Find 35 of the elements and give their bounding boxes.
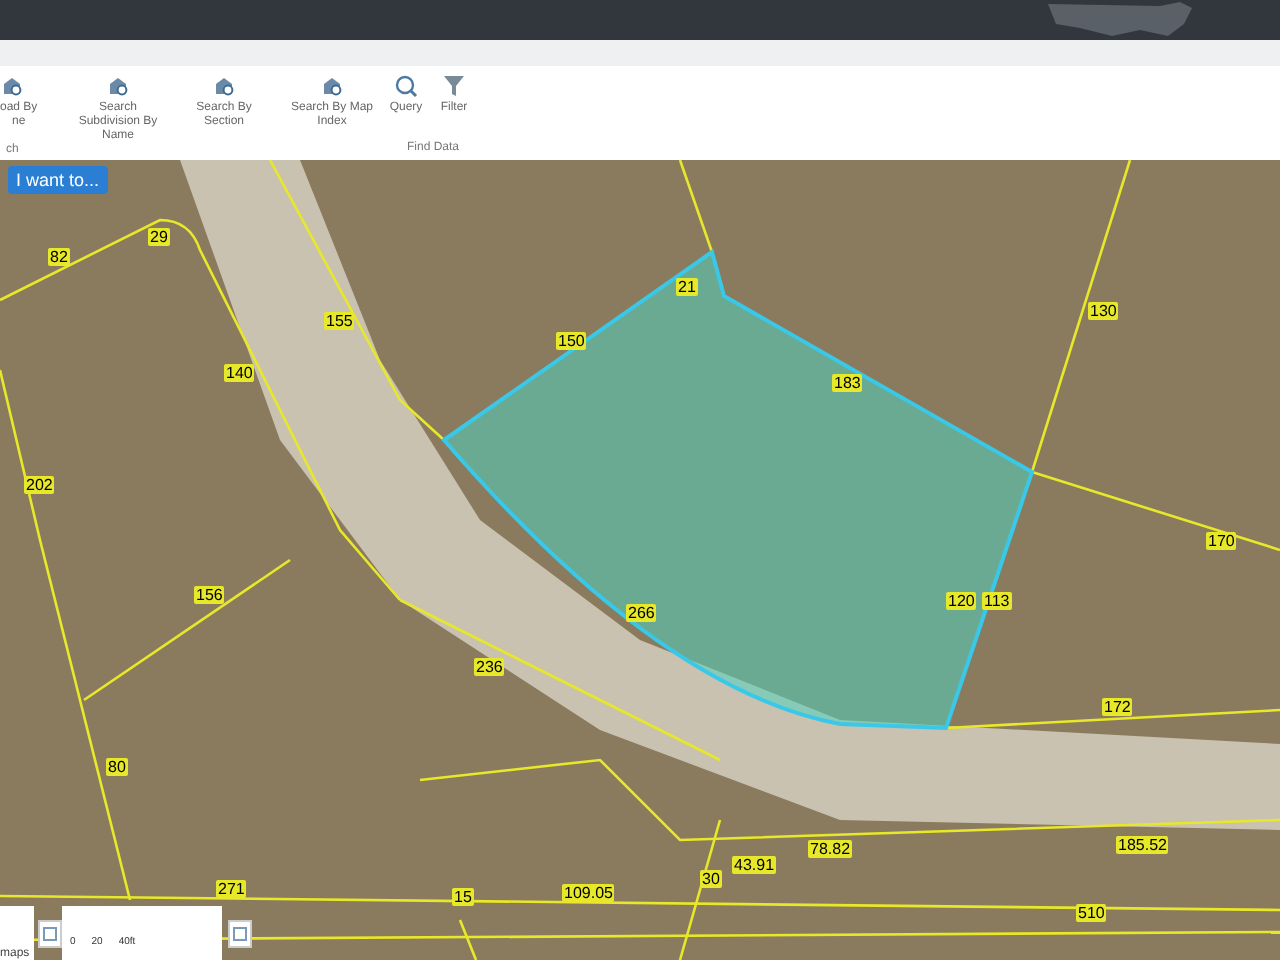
dimension-label: 185.52 (1116, 836, 1169, 854)
dimension-label: 202 (24, 476, 55, 494)
dimension-label: 140 (224, 364, 255, 382)
dimension-label: 15 (452, 888, 474, 906)
dimension-label: 82 (48, 248, 70, 266)
dimension-label: 271 (216, 880, 247, 898)
dimension-label: 29 (148, 228, 170, 246)
dimension-label: 266 (626, 604, 657, 622)
dimension-label: 170 (1206, 532, 1237, 550)
square-icon (42, 926, 58, 942)
dimension-label: 155 (324, 312, 355, 330)
dimension-label: 113 (982, 592, 1012, 610)
dimension-label: 43.91 (732, 856, 777, 874)
filter-icon (442, 74, 466, 98)
dimension-label: 156 (194, 586, 225, 604)
map-tool-button[interactable] (38, 920, 62, 948)
dimension-label: 78.82 (808, 840, 853, 858)
dimension-label: 109.05 (562, 884, 615, 902)
square-icon (232, 926, 248, 942)
dimension-label: 30 (700, 870, 722, 888)
dimension-label: 130 (1088, 302, 1119, 320)
query-icon (394, 74, 418, 98)
dimension-label: 510 (1076, 904, 1107, 922)
dimension-label: 183 (832, 374, 863, 392)
dimension-label: 172 (1102, 698, 1133, 716)
search-icon (212, 74, 236, 98)
dimension-label: 21 (676, 278, 698, 296)
dimension-label: 236 (474, 658, 505, 676)
dimension-label: 150 (556, 332, 587, 350)
search-icon (320, 74, 344, 98)
search-icon (106, 74, 130, 98)
menu-button[interactable]: I want to... (8, 166, 108, 194)
dimension-label: 80 (106, 758, 128, 776)
map-tool-button[interactable] (228, 920, 252, 948)
dimension-label: 120 (946, 592, 977, 610)
